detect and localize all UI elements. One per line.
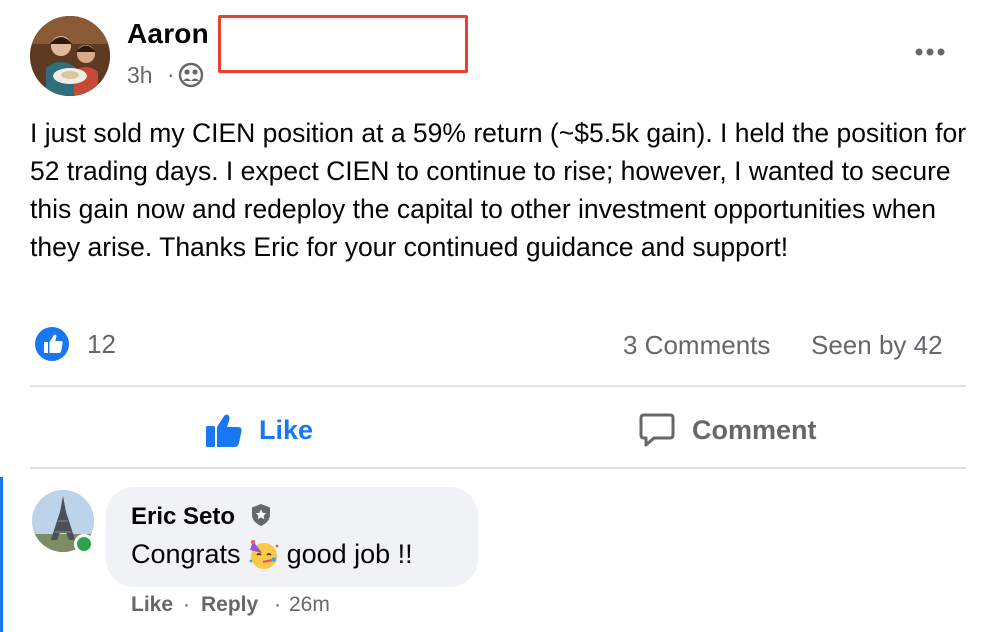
comment-text-start: Congrats	[131, 538, 241, 569]
seen-by-count[interactable]: Seen by 42	[811, 330, 943, 361]
timestamp-separator: ·	[167, 61, 175, 87]
author-avatar[interactable]	[30, 16, 110, 96]
like-reaction-icon[interactable]	[34, 326, 70, 362]
post-timestamp[interactable]: 3h	[127, 62, 153, 89]
divider	[30, 467, 966, 469]
comment-bubble-icon	[639, 413, 675, 447]
comment-like-link[interactable]: Like	[131, 593, 173, 617]
comment-meta-separator: ·	[183, 593, 190, 616]
author-name[interactable]: Aaron	[127, 18, 209, 50]
post-body-text: I just sold my CIEN position at a 59% re…	[30, 118, 967, 262]
comment-text: Congrats good job !!	[131, 537, 413, 571]
commenter-name[interactable]: Eric Seto	[131, 503, 235, 531]
like-button-label: Like	[259, 414, 314, 445]
thumbs-up-icon	[206, 414, 242, 447]
comment-reply-link[interactable]: Reply	[201, 593, 258, 617]
comment-text-end: good job !!	[286, 538, 413, 569]
online-status-indicator	[74, 534, 94, 554]
group-icon	[178, 62, 204, 88]
redaction-box	[218, 15, 468, 73]
author-avatar-photo	[30, 16, 110, 96]
comment-meta-separator: ·	[274, 593, 281, 616]
comment-thread-indicator	[0, 477, 3, 632]
comments-count[interactable]: 3 Comments	[623, 330, 770, 361]
comment-timestamp[interactable]: 26m	[289, 593, 330, 617]
divider	[30, 385, 966, 387]
comment-button[interactable]: Comment	[638, 408, 817, 452]
more-options-icon[interactable]	[912, 40, 948, 64]
partying-face-emoji	[247, 537, 281, 571]
like-button[interactable]: Like	[205, 408, 313, 452]
reaction-count[interactable]: 12	[87, 329, 116, 360]
comment-button-label: Comment	[692, 414, 817, 445]
admin-shield-icon[interactable]	[250, 503, 272, 527]
